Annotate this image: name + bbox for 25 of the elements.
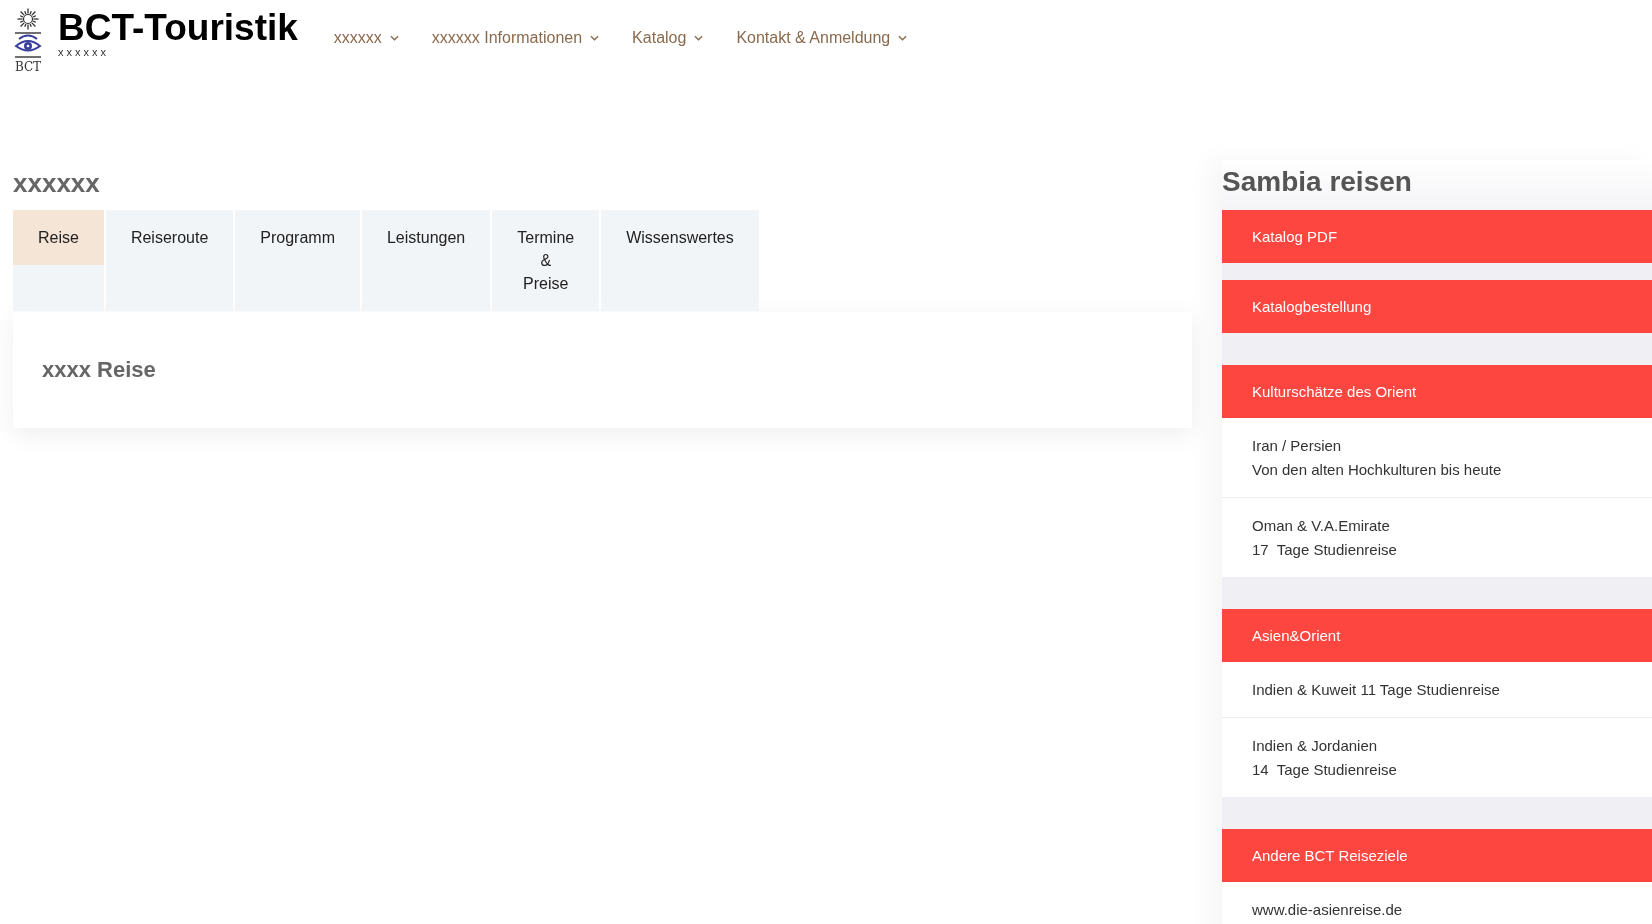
sidebar-link[interactable]: Indien & Jordanien 14 Tage Studienreise <box>1222 717 1652 797</box>
site-title[interactable]: BCT-Touristik <box>58 8 298 48</box>
logo-caption: BCT <box>14 60 42 75</box>
nav-menu-item[interactable]: xxxxxx <box>333 27 399 49</box>
sidebar-link[interactable]: www.die-asienreise.de <box>1222 882 1652 924</box>
tab[interactable]: Programm <box>235 210 360 311</box>
sidebar-link[interactable]: Indien & Kuweit 11 Tage Studienreise <box>1222 662 1652 717</box>
tab[interactable]: Reiseroute <box>105 210 234 311</box>
panel-heading: xxxx Reise <box>42 357 156 383</box>
sidebar-link[interactable]: Iran / Persien Von den alten Hochkulturen bis heute <box>1222 418 1652 497</box>
nav-menu-item[interactable]: Katalog <box>632 27 704 49</box>
tab[interactable]: Leistungen <box>361 210 491 311</box>
nav-menu-item[interactable]: Kontakt & Anmeldung <box>736 27 908 49</box>
sidebar-link[interactable]: Oman & V.A.Emirate 17 Tage Studienreise <box>1222 497 1652 577</box>
widget-header: Kulturschätze des Orient <box>1222 365 1652 418</box>
nav-menu-item[interactable]: xxxxxx Informationen <box>431 27 600 49</box>
sun-eye-logo-icon <box>12 8 44 60</box>
widget-header: Asien&Orient <box>1222 609 1652 662</box>
site-tagline: xxxxxx <box>58 46 109 58</box>
tab[interactable]: Termine & Preise <box>492 210 600 311</box>
widget-header: Andere BCT Reiseziele <box>1222 829 1652 882</box>
tab[interactable]: Reise <box>13 210 104 311</box>
sidebar-title: Sambia reisen <box>1222 165 1413 199</box>
tab[interactable]: Wissenswertes <box>601 210 759 311</box>
page-heading: xxxxxx <box>13 168 101 198</box>
